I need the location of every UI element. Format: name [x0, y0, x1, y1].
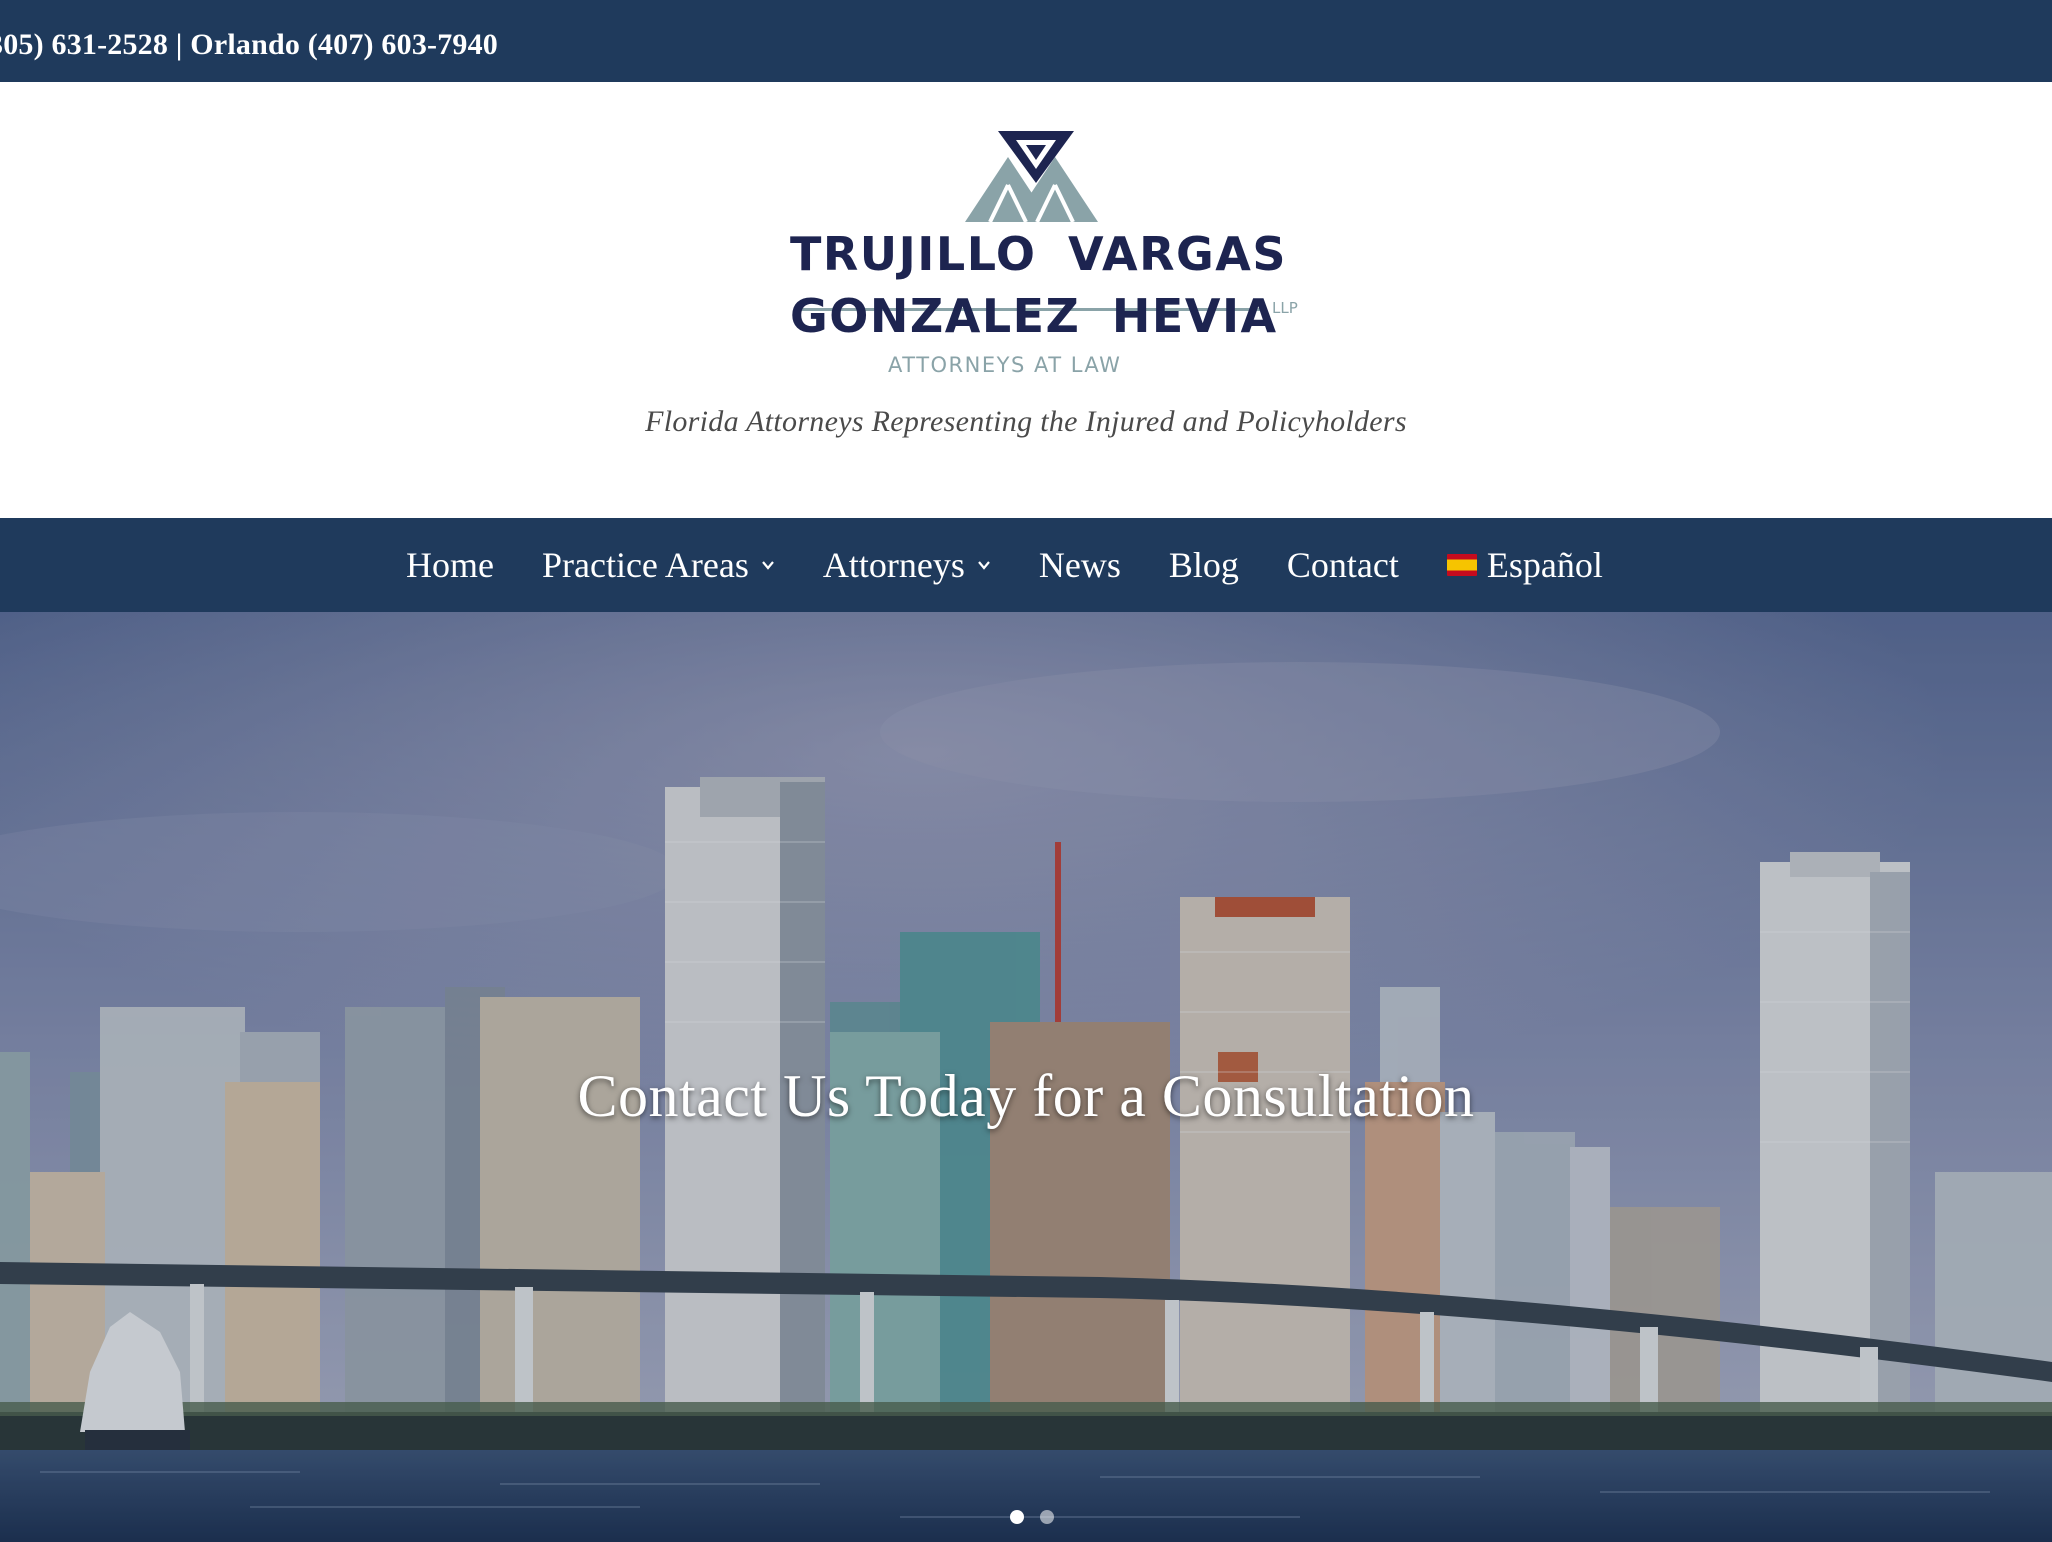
slider-dot-1[interactable]: [1010, 1510, 1024, 1524]
nav-item-blog[interactable]: Blog: [1169, 544, 1239, 586]
nav-item-label: Blog: [1168, 545, 1239, 585]
tagline: Florida Attorneys Representing the Injur…: [645, 405, 1407, 438]
nav-item-label: Contact: [1286, 545, 1399, 585]
nav-item-label: Home: [406, 545, 494, 585]
logo-subtitle: ATTORNEYS AT LAW: [888, 353, 1122, 377]
firm-logo[interactable]: TRUJILLO VARGAS LLP GONZALEZ HEVIA ATTOR…: [790, 127, 1320, 377]
slider-pagination: [1010, 1510, 1070, 1524]
nav-item-practice-areas[interactable]: Practice Areas: [542, 544, 775, 586]
top-bar: 305) 631-2528 | Orlando (407) 603-7940: [0, 0, 2052, 82]
slider-dot-2[interactable]: [1040, 1510, 1054, 1524]
phone-numbers[interactable]: 305) 631-2528 | Orlando (407) 603-7940: [0, 0, 498, 82]
logo-line-2: GONZALEZ HEVIA: [790, 289, 1278, 343]
site-header: TRUJILLO VARGAS LLP GONZALEZ HEVIA ATTOR…: [0, 82, 2052, 518]
nav-item-espanol[interactable]: Español: [1446, 544, 1603, 586]
chevron-down-icon: [762, 561, 774, 570]
nav-item-news[interactable]: News: [1039, 544, 1121, 586]
triangles-logo-icon: [965, 131, 1098, 223]
nav-item-label: Practice Areas: [541, 545, 749, 585]
main-navigation: Home Practice Areas Attorneys News Blog …: [0, 518, 2052, 612]
hero-title: Contact Us Today for a Consultation: [577, 1063, 1475, 1129]
nav-menu: Home Practice Areas Attorneys News Blog …: [406, 518, 1603, 612]
chevron-down-icon: [978, 561, 990, 570]
nav-item-label: Español: [1486, 545, 1603, 585]
spain-flag-icon: [1446, 554, 1477, 576]
hero-slider: Contact Us Today for a Consultation: [0, 612, 2052, 1542]
nav-item-label: Attorneys: [822, 545, 965, 585]
nav-item-contact[interactable]: Contact: [1287, 544, 1399, 586]
logo-line-1: TRUJILLO VARGAS: [790, 227, 1287, 281]
nav-item-label: News: [1038, 545, 1121, 585]
nav-item-attorneys[interactable]: Attorneys: [823, 544, 991, 586]
nav-item-home[interactable]: Home: [406, 544, 494, 586]
